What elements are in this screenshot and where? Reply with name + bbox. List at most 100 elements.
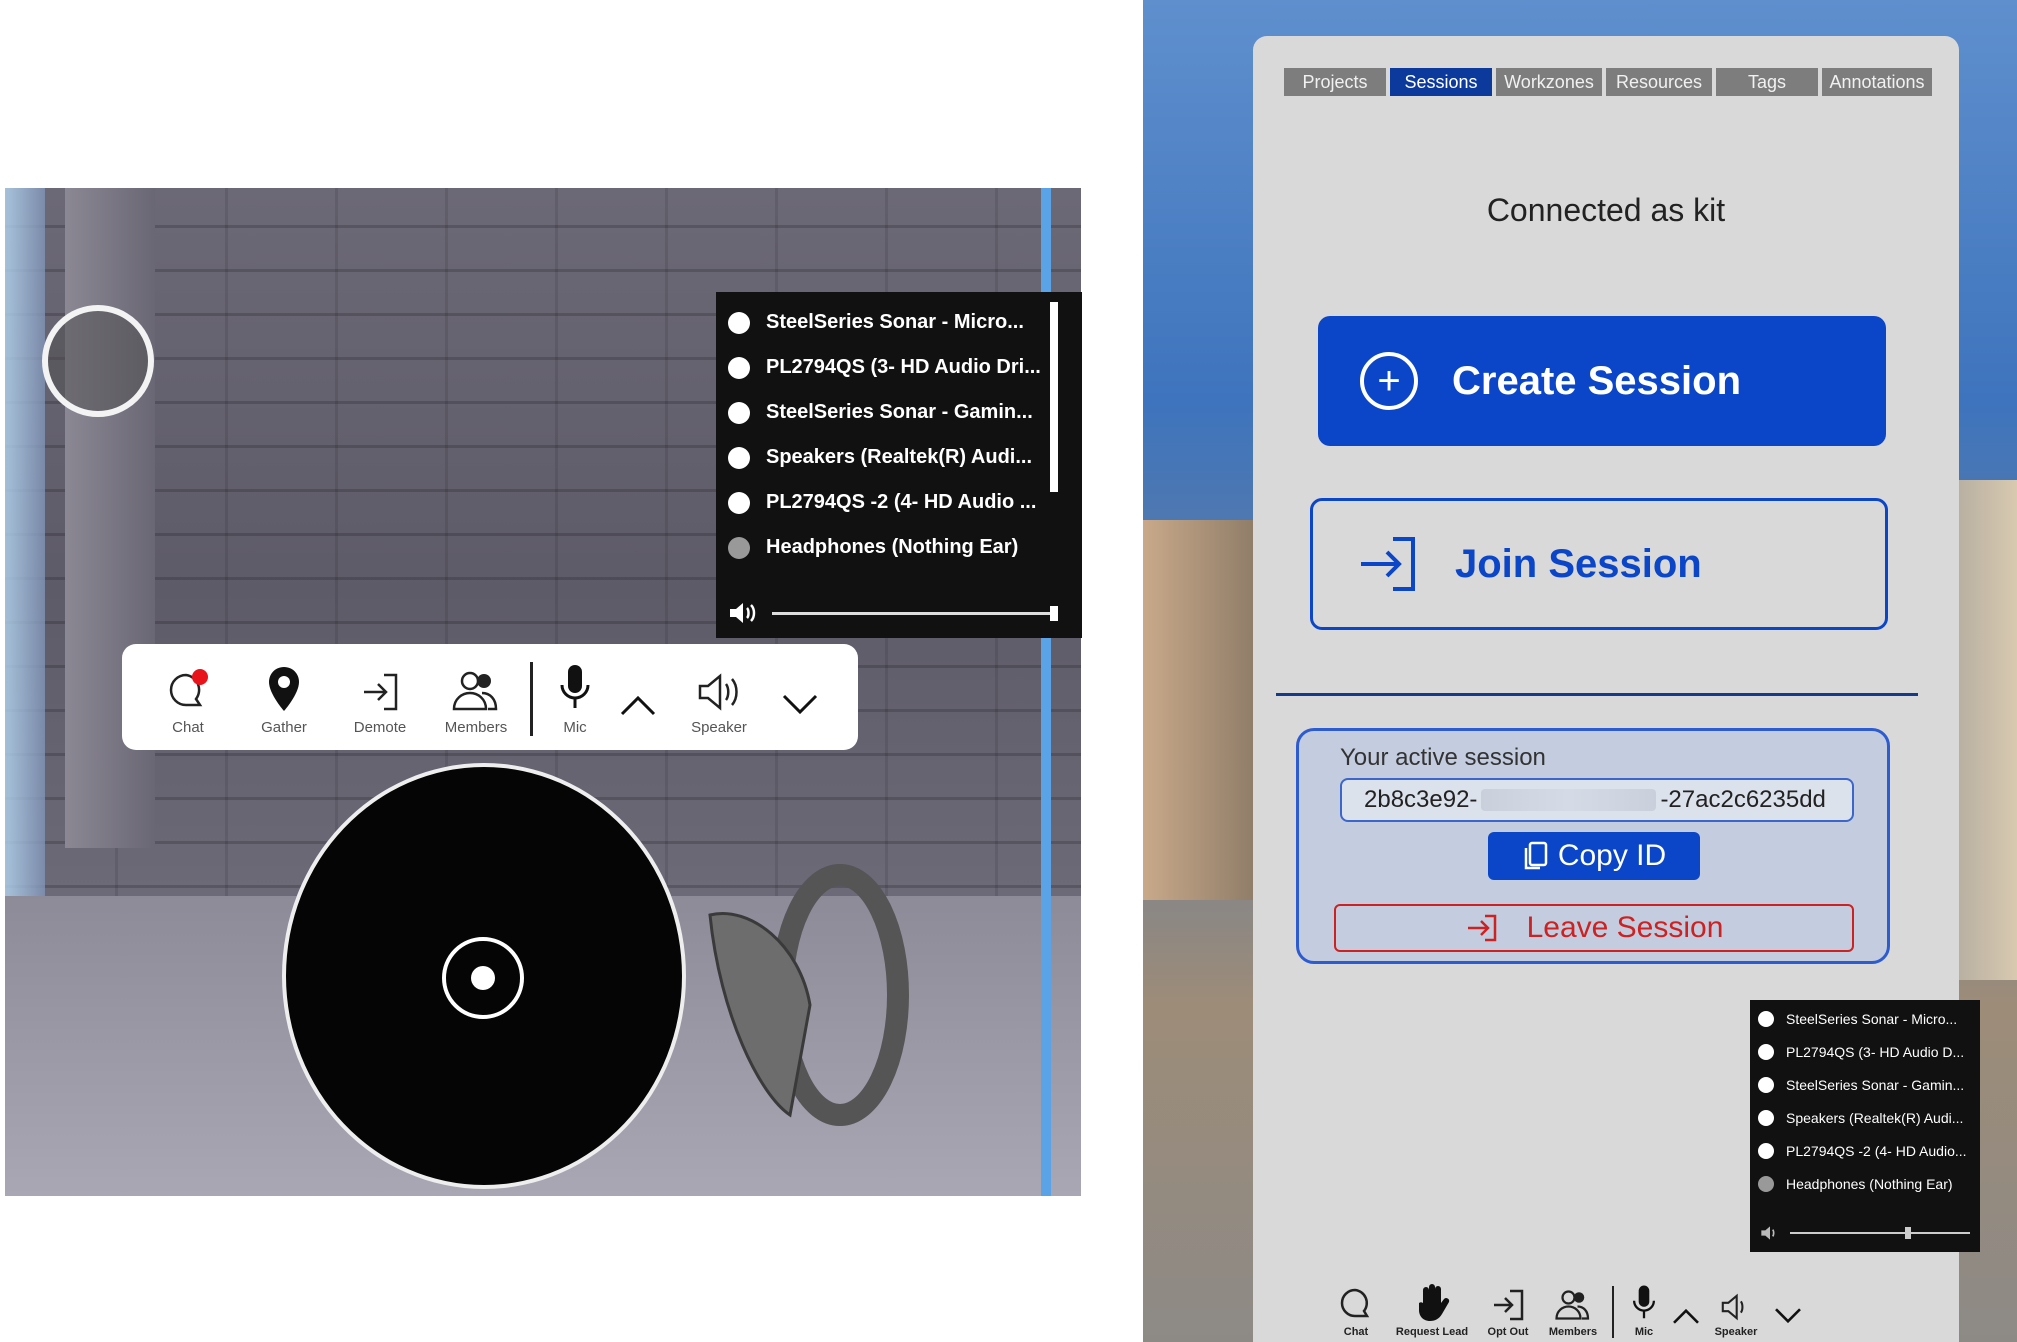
plus-circle-icon: + <box>1360 352 1418 410</box>
audio-device-option[interactable]: PL2794QS (3- HD Audio D... <box>1750 1035 1980 1068</box>
audio-device-option[interactable]: Speakers (Realtek(R) Audi... <box>1750 1101 1980 1134</box>
audio-device-option[interactable]: PL2794QS -2 (4- HD Audio... <box>1750 1134 1980 1167</box>
chat-label: Chat <box>172 719 204 736</box>
joystick-center-dot <box>471 966 495 990</box>
connected-status: Connected as kit <box>1486 192 1726 228</box>
chat-button[interactable]: Chat <box>140 669 236 736</box>
radio-icon <box>728 446 750 469</box>
opt-out-label: Opt Out <box>1487 1326 1529 1338</box>
audio-device-label: SteelSeries Sonar - Micro... <box>1786 1010 1958 1027</box>
mic-label: Mic <box>563 719 587 736</box>
audio-device-menu-small: SteelSeries Sonar - Micro... PL2794QS (3… <box>1750 1000 1980 1252</box>
demote-label: Demote <box>353 719 407 736</box>
chat-button[interactable]: Chat <box>1326 1286 1386 1338</box>
exit-icon <box>364 673 398 711</box>
radio-selected-icon <box>728 536 750 559</box>
audio-device-label: SteelSeries Sonar - Gamin... <box>766 401 1033 423</box>
speaker-icon <box>698 673 738 711</box>
leave-session-label: Leave Session <box>1526 911 1724 944</box>
speaker-button[interactable]: Speaker <box>1706 1292 1766 1338</box>
chat-icon <box>1340 1288 1370 1318</box>
chevron-down-icon <box>782 694 818 715</box>
speaker-icon <box>1721 1293 1744 1321</box>
mic-label: Mic <box>1634 1326 1654 1338</box>
session-id-start: 2b8c3e92- <box>1364 786 1478 813</box>
mic-options-button[interactable] <box>1666 1306 1706 1338</box>
chevron-up-icon <box>1673 1308 1699 1324</box>
leave-session-button[interactable]: Leave Session <box>1334 904 1854 952</box>
audio-device-option[interactable]: SteelSeries Sonar - Gamin... <box>716 390 1082 435</box>
speaker-icon <box>1761 1226 1775 1240</box>
join-session-button[interactable]: Join Session <box>1310 498 1888 630</box>
active-session-label: Your active session <box>1340 744 1546 771</box>
audio-device-option[interactable]: SteelSeries Sonar - Micro... <box>716 300 1082 345</box>
chevron-up-icon <box>620 695 656 716</box>
demote-button[interactable]: Demote <box>332 671 428 736</box>
location-pin-icon <box>269 667 299 711</box>
copy-icon <box>1524 841 1548 870</box>
volume-slider[interactable] <box>728 598 1058 628</box>
exit-icon <box>1494 1289 1524 1321</box>
speaker-options-button[interactable] <box>1766 1306 1810 1338</box>
join-session-label: Join Session <box>1455 541 1702 586</box>
speaker-button[interactable]: Speaker <box>671 671 767 736</box>
chat-icon <box>169 669 208 707</box>
speaker-icon <box>730 603 756 623</box>
section-divider <box>1276 693 1918 696</box>
members-label: Members <box>444 719 508 736</box>
request-lead-label: Request Lead <box>1395 1326 1469 1338</box>
session-id-field[interactable]: 2b8c3e92- -27ac2c6235dd <box>1340 778 1854 822</box>
members-button[interactable]: Members <box>428 669 524 736</box>
tab-projects[interactable]: Projects <box>1284 68 1386 96</box>
create-session-label: Create Session <box>1452 358 1742 403</box>
audio-device-option[interactable]: PL2794QS -2 (4- HD Audio ... <box>716 480 1082 525</box>
mic-button[interactable]: Mic <box>1622 1284 1666 1338</box>
chevron-down-icon <box>1775 1308 1801 1324</box>
tab-annotations[interactable]: Annotations <box>1822 68 1932 96</box>
members-icon <box>1555 1290 1590 1320</box>
members-button[interactable]: Members <box>1538 1288 1608 1338</box>
toolbar-divider <box>1612 1286 1614 1338</box>
tab-resources[interactable]: Resources <box>1606 68 1712 96</box>
tab-sessions[interactable]: Sessions <box>1390 68 1492 96</box>
radio-icon <box>1758 1010 1774 1027</box>
audio-device-label: PL2794QS (3- HD Audio Dri... <box>766 356 1041 378</box>
volume-knob[interactable] <box>1050 605 1058 621</box>
audio-device-option[interactable]: PL2794QS (3- HD Audio Dri... <box>716 345 1082 390</box>
join-icon <box>1361 537 1415 591</box>
radio-icon <box>728 491 750 514</box>
tab-workzones[interactable]: Workzones <box>1496 68 1602 96</box>
copy-id-button[interactable]: Copy ID <box>1488 832 1700 880</box>
tab-tags[interactable]: Tags <box>1716 68 1818 96</box>
audio-device-option-selected[interactable]: Headphones (Nothing Ear) <box>716 525 1082 570</box>
gather-button[interactable]: Gather <box>236 665 332 736</box>
members-label: Members <box>1548 1326 1598 1338</box>
radio-icon <box>728 401 750 424</box>
volume-track <box>1790 1227 1970 1239</box>
audio-device-label: PL2794QS -2 (4- HD Audio ... <box>766 491 1037 513</box>
voice-toolbar: Chat Gather Demote Members Mic Speaker <box>122 644 858 750</box>
scrollbar[interactable] <box>1050 302 1058 492</box>
create-session-button[interactable]: + Create Session <box>1318 316 1886 446</box>
audio-device-option[interactable]: SteelSeries Sonar - Gamin... <box>1750 1068 1980 1101</box>
opt-out-button[interactable]: Opt Out <box>1478 1288 1538 1338</box>
volume-slider[interactable] <box>1760 1222 1970 1244</box>
audio-device-label: SteelSeries Sonar - Gamin... <box>1786 1076 1965 1093</box>
microphone-icon <box>560 665 590 708</box>
panel-tabs: Projects Sessions Workzones Resources Ta… <box>1284 68 1932 96</box>
audio-device-option[interactable]: SteelSeries Sonar - Micro... <box>1750 1002 1980 1035</box>
members-icon <box>452 671 498 711</box>
audio-device-option[interactable]: Speakers (Realtek(R) Audi... <box>716 435 1082 480</box>
speaker-label: Speaker <box>1714 1326 1758 1338</box>
audio-device-option-selected[interactable]: Headphones (Nothing Ear) <box>1750 1167 1980 1200</box>
mic-button[interactable]: Mic <box>545 663 605 736</box>
gaze-reticle <box>42 305 154 417</box>
teleport-joystick[interactable] <box>282 763 686 1189</box>
speaker-options-button[interactable] <box>767 692 833 736</box>
audio-device-menu: SteelSeries Sonar - Micro... PL2794QS (3… <box>716 292 1082 638</box>
request-lead-button[interactable]: Request Lead <box>1386 1282 1478 1338</box>
mic-options-button[interactable] <box>605 692 671 736</box>
audio-device-label: PL2794QS -2 (4- HD Audio... <box>1786 1142 1967 1159</box>
vr-controller-icon <box>708 864 909 1126</box>
volume-knob[interactable] <box>1905 1227 1911 1239</box>
